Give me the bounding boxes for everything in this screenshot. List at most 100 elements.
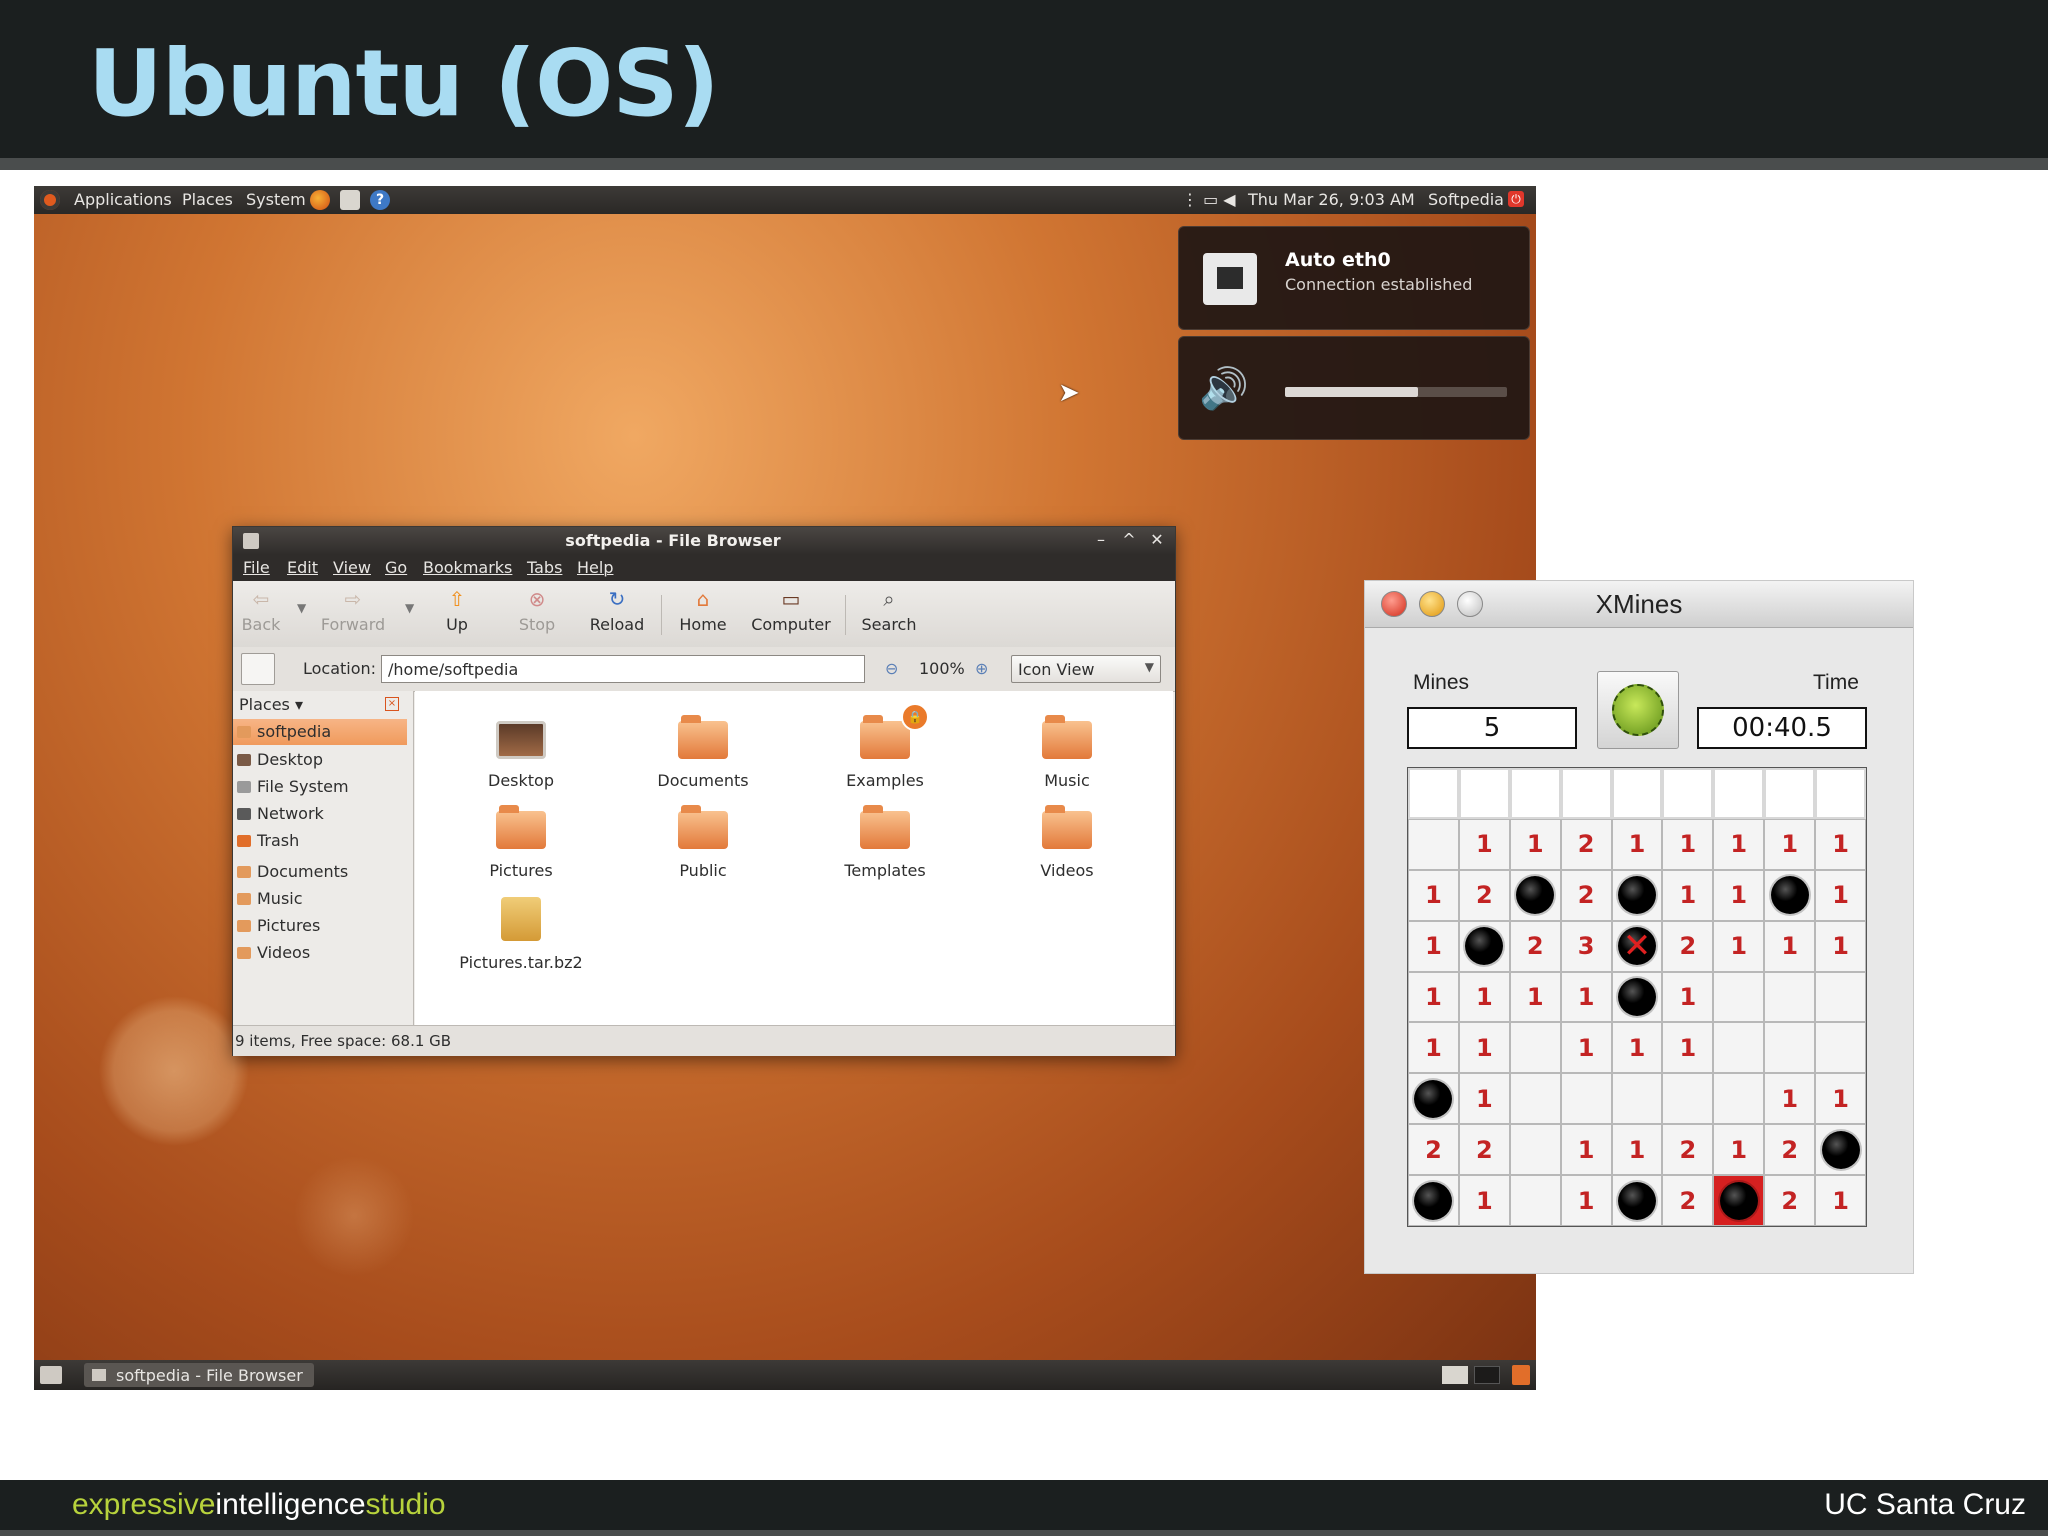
menu-tabs[interactable]: Tabs — [527, 558, 562, 577]
number-cell[interactable]: 1 — [1611, 1022, 1663, 1074]
item-examples[interactable]: 🔒 Examples — [815, 703, 955, 790]
number-cell[interactable]: 2 — [1764, 1175, 1816, 1226]
menu-help[interactable]: Help — [577, 558, 613, 577]
item-pictures[interactable]: Pictures — [451, 805, 591, 880]
number-cell[interactable]: 1 — [1662, 869, 1714, 921]
number-cell[interactable]: 1 — [1764, 1073, 1816, 1125]
menu-applications[interactable]: Applications — [74, 190, 172, 209]
workspace-2[interactable] — [1474, 1366, 1500, 1384]
number-cell[interactable]: 1 — [1764, 920, 1816, 972]
mine-cell[interactable] — [1458, 920, 1510, 972]
panel-user[interactable]: Softpedia — [1428, 190, 1504, 209]
help-icon[interactable]: ? — [370, 190, 390, 210]
number-cell[interactable]: 1 — [1611, 818, 1663, 870]
menu-go[interactable]: Go — [385, 558, 407, 577]
reload-button[interactable]: ↻ Reload — [587, 587, 647, 634]
mine-cell[interactable] — [1509, 869, 1561, 921]
number-cell[interactable]: 1 — [1560, 1124, 1612, 1176]
hidden-cell[interactable] — [1815, 768, 1866, 819]
back-button[interactable]: ⇦ Back — [239, 587, 283, 634]
location-toggle-button[interactable] — [241, 653, 275, 685]
number-cell[interactable]: 1 — [1764, 818, 1816, 870]
sidebar-item-pictures[interactable]: Pictures — [233, 913, 407, 939]
number-cell[interactable]: 2 — [1560, 818, 1612, 870]
places-header[interactable]: Places ▾ — [239, 695, 303, 714]
hidden-cell[interactable] — [1408, 768, 1459, 819]
empty-cell[interactable] — [1560, 1073, 1612, 1125]
xmines-titlebar[interactable]: XMines — [1365, 581, 1913, 628]
empty-cell[interactable] — [1611, 1073, 1663, 1125]
search-button[interactable]: ⌕ Search — [857, 587, 921, 634]
number-cell[interactable]: 1 — [1713, 869, 1765, 921]
power-icon[interactable]: ⏻ — [1508, 191, 1524, 207]
empty-cell[interactable] — [1815, 971, 1866, 1023]
sidebar-item-music[interactable]: Music — [233, 886, 407, 912]
hidden-cell[interactable] — [1713, 768, 1765, 819]
hidden-cell[interactable] — [1560, 768, 1612, 819]
empty-cell[interactable] — [1509, 1022, 1561, 1074]
menu-view[interactable]: View — [333, 558, 371, 577]
new-game-button[interactable] — [1597, 671, 1679, 749]
exploded-mine-cell[interactable] — [1713, 1175, 1765, 1226]
number-cell[interactable]: 1 — [1713, 818, 1765, 870]
number-cell[interactable]: 1 — [1458, 1022, 1510, 1074]
menu-system[interactable]: System — [246, 190, 306, 209]
show-desktop-icon[interactable] — [40, 1366, 62, 1384]
number-cell[interactable]: 1 — [1458, 1175, 1510, 1226]
number-cell[interactable]: 1 — [1713, 1124, 1765, 1176]
number-cell[interactable]: 3 — [1560, 920, 1612, 972]
zoom-in-icon[interactable]: ⊕ — [975, 659, 988, 678]
hidden-cell[interactable] — [1662, 768, 1714, 819]
maximize-button[interactable]: ^ — [1117, 529, 1141, 551]
number-cell[interactable]: 2 — [1662, 1124, 1714, 1176]
mail-icon[interactable] — [340, 190, 360, 210]
number-cell[interactable]: 1 — [1458, 1073, 1510, 1125]
empty-cell[interactable] — [1662, 1073, 1714, 1125]
firefox-icon[interactable] — [310, 190, 330, 210]
empty-cell[interactable] — [1509, 1124, 1561, 1176]
number-cell[interactable]: 2 — [1560, 869, 1612, 921]
up-button[interactable]: ⇧ Up — [437, 587, 477, 634]
number-cell[interactable]: 1 — [1408, 1022, 1459, 1074]
tray-icons[interactable]: ⋮ ▭ ◀ — [1182, 190, 1236, 209]
number-cell[interactable]: 1 — [1662, 818, 1714, 870]
menu-file[interactable]: File — [243, 558, 270, 577]
sidebar-item-filesystem[interactable]: File System — [233, 774, 407, 800]
sidebar-item-trash[interactable]: Trash — [233, 828, 407, 854]
number-cell[interactable]: 1 — [1815, 920, 1866, 972]
sidebar-item-network[interactable]: Network — [233, 801, 407, 827]
taskbar-item-file-browser[interactable]: softpedia - File Browser — [84, 1363, 314, 1387]
view-mode-select[interactable]: Icon View ▼ — [1011, 655, 1161, 683]
empty-cell[interactable] — [1509, 1175, 1561, 1226]
sidebar-close-icon[interactable]: × — [385, 697, 399, 711]
stop-button[interactable]: ⊗ Stop — [517, 587, 557, 634]
number-cell[interactable]: 1 — [1509, 971, 1561, 1023]
number-cell[interactable]: 2 — [1662, 920, 1714, 972]
workspace-1[interactable] — [1442, 1366, 1468, 1384]
mine-cell[interactable] — [1815, 1124, 1866, 1176]
number-cell[interactable]: 2 — [1662, 1175, 1714, 1226]
sidebar-item-desktop[interactable]: Desktop — [233, 747, 407, 773]
window-titlebar[interactable]: softpedia - File Browser – ^ ✕ — [233, 527, 1175, 555]
number-cell[interactable]: 2 — [1408, 1124, 1459, 1176]
hidden-cell[interactable] — [1611, 768, 1663, 819]
number-cell[interactable]: 1 — [1815, 1175, 1866, 1226]
number-cell[interactable]: 1 — [1408, 971, 1459, 1023]
minimize-button[interactable]: – — [1089, 529, 1113, 551]
home-button[interactable]: ⌂ Home — [673, 587, 733, 634]
back-history-dropdown[interactable]: ▼ — [297, 601, 306, 615]
forward-history-dropdown[interactable]: ▼ — [405, 601, 414, 615]
menu-places[interactable]: Places — [182, 190, 233, 209]
empty-cell[interactable] — [1764, 971, 1816, 1023]
number-cell[interactable]: 1 — [1662, 971, 1714, 1023]
mine-cell[interactable] — [1764, 869, 1816, 921]
menu-edit[interactable]: Edit — [287, 558, 318, 577]
item-templates[interactable]: Templates — [815, 805, 955, 880]
item-documents[interactable]: Documents — [633, 715, 773, 790]
menu-bookmarks[interactable]: Bookmarks — [423, 558, 512, 577]
zoom-out-icon[interactable]: ⊖ — [885, 659, 898, 678]
sidebar-item-documents[interactable]: Documents — [233, 859, 407, 885]
number-cell[interactable]: 1 — [1560, 1022, 1612, 1074]
sidebar-item-videos[interactable]: Videos — [233, 940, 407, 966]
number-cell[interactable]: 1 — [1713, 920, 1765, 972]
